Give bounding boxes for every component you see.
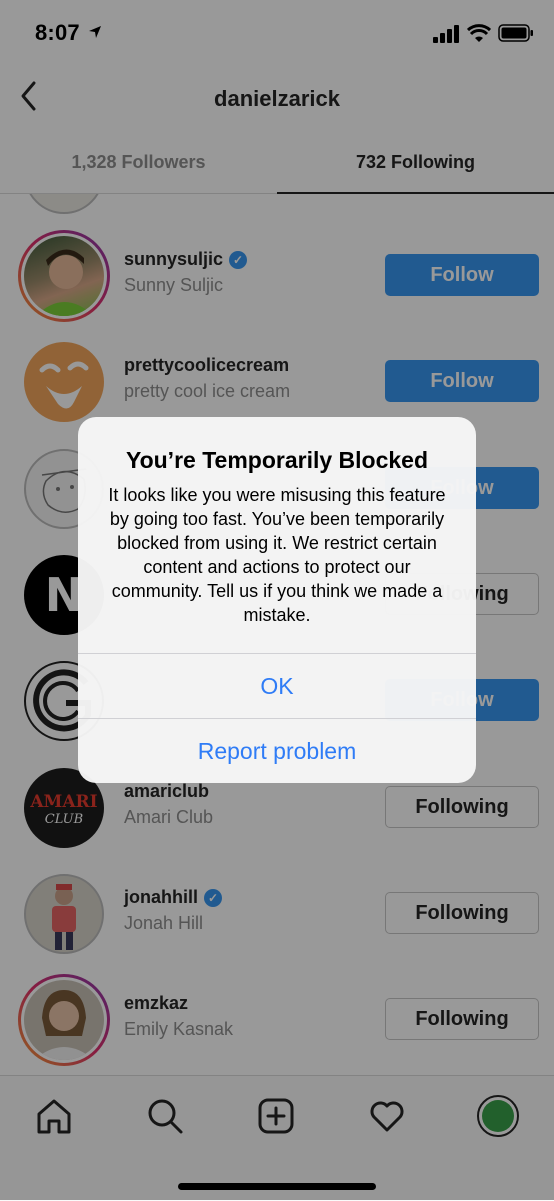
ok-button[interactable]: OK xyxy=(78,673,476,700)
report-problem-button[interactable]: Report problem xyxy=(78,738,476,765)
alert-divider xyxy=(78,718,476,719)
alert-divider xyxy=(78,653,476,654)
alert-message: It looks like you were misusing this fea… xyxy=(108,485,446,625)
alert-title: You’re Temporarily Blocked xyxy=(125,447,429,473)
alert-dialog: You’re Temporarily Blocked It looks like… xyxy=(78,417,476,783)
